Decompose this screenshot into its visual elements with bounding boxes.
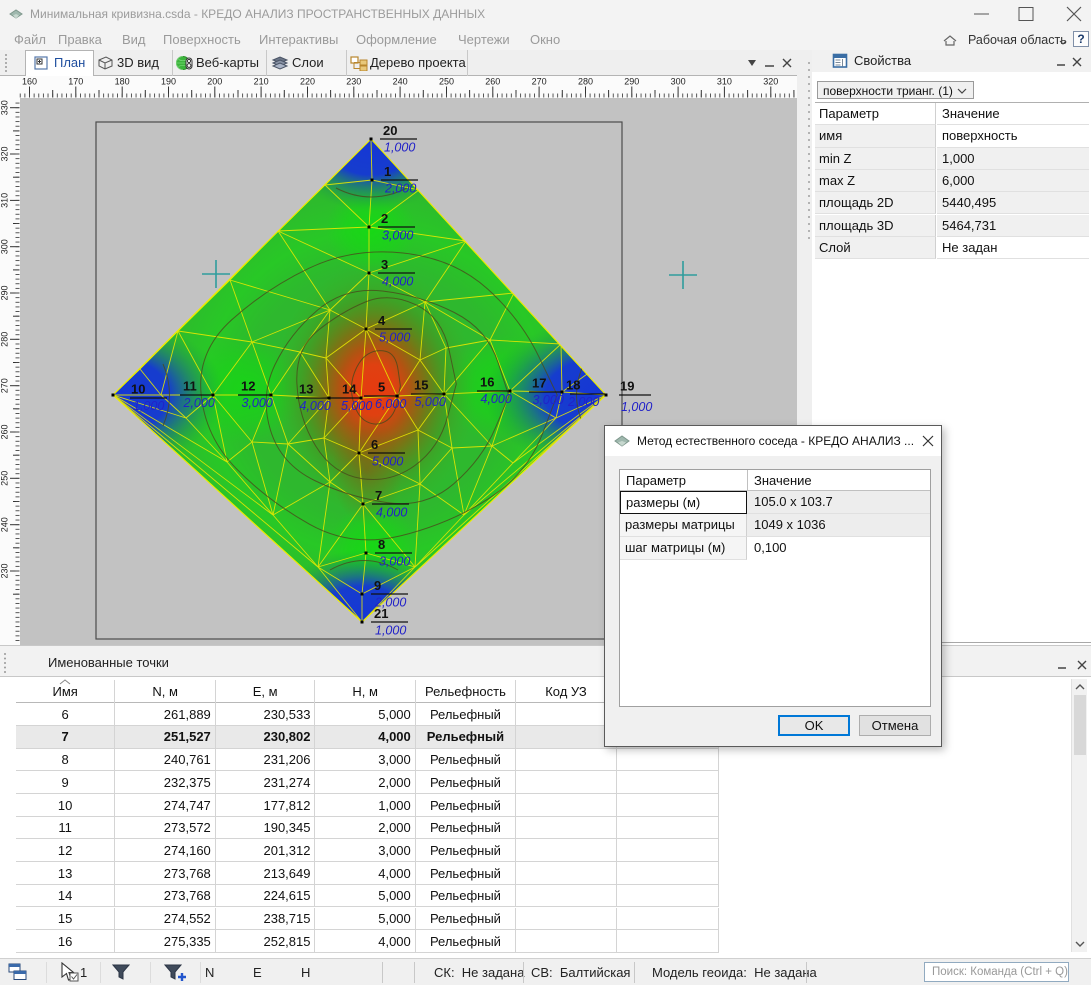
svg-text:2: 2 [381,211,388,226]
svg-text:4: 4 [378,313,386,328]
svg-text:4,000: 4,000 [382,275,413,289]
svg-text:18: 18 [566,378,580,393]
svg-text:1,000: 1,000 [621,400,652,414]
svg-text:8: 8 [378,537,385,552]
svg-text:15: 15 [414,378,428,393]
svg-text:310: 310 [717,77,732,87]
svg-text:1,000: 1,000 [384,141,415,155]
svg-text:310: 310 [0,193,10,208]
svg-text:330: 330 [0,100,10,115]
svg-text:250: 250 [439,77,454,87]
svg-text:180: 180 [115,77,130,87]
svg-text:16: 16 [480,375,494,390]
svg-text:5,000: 5,000 [372,455,403,469]
svg-text:270: 270 [532,77,547,87]
svg-text:300: 300 [671,77,686,87]
svg-text:4,000: 4,000 [300,399,331,413]
svg-text:3: 3 [381,257,388,272]
svg-text:2,000: 2,000 [384,182,416,196]
svg-text:20: 20 [383,123,397,138]
svg-text:1: 1 [384,164,391,179]
svg-text:320: 320 [0,146,10,161]
svg-text:190: 190 [161,77,176,87]
svg-text:2,000: 2,000 [183,396,215,410]
svg-text:3,000: 3,000 [382,229,413,243]
svg-text:1,000: 1,000 [133,399,164,413]
svg-text:3,000: 3,000 [242,396,273,410]
svg-text:17: 17 [532,376,546,391]
svg-text:210: 210 [254,77,269,87]
svg-text:5,000: 5,000 [341,399,372,413]
svg-text:11: 11 [183,379,197,394]
svg-text:13: 13 [299,382,313,397]
svg-text:270: 270 [0,378,10,393]
svg-text:5: 5 [378,380,385,395]
svg-text:260: 260 [0,424,10,439]
svg-text:2,000: 2,000 [567,395,599,409]
svg-text:21: 21 [374,606,388,621]
svg-text:4,000: 4,000 [376,506,407,520]
svg-text:240: 240 [393,77,408,87]
svg-text:160: 160 [22,77,37,87]
svg-text:230: 230 [0,563,10,578]
svg-text:10: 10 [131,382,145,397]
svg-text:4,000: 4,000 [481,392,512,406]
svg-text:5,000: 5,000 [415,395,446,409]
svg-text:6,000: 6,000 [375,397,406,411]
svg-text:290: 290 [624,77,639,87]
svg-text:300: 300 [0,239,10,254]
svg-text:220: 220 [300,77,315,87]
svg-text:3,000: 3,000 [379,555,410,569]
svg-text:260: 260 [485,77,500,87]
svg-text:19: 19 [620,379,634,394]
svg-text:200: 200 [207,77,222,87]
svg-text:5,000: 5,000 [379,331,410,345]
svg-text:1,000: 1,000 [375,624,406,638]
svg-text:3,000: 3,000 [533,393,564,407]
svg-text:14: 14 [342,382,357,397]
svg-text:6: 6 [371,437,378,452]
svg-text:230: 230 [346,77,361,87]
svg-text:280: 280 [578,77,593,87]
svg-text:170: 170 [68,77,83,87]
svg-text:240: 240 [0,517,10,532]
svg-text:290: 290 [0,285,10,300]
svg-text:250: 250 [0,471,10,486]
svg-text:9: 9 [374,578,381,593]
svg-text:7: 7 [375,488,382,503]
svg-text:280: 280 [0,332,10,347]
svg-text:320: 320 [763,77,778,87]
svg-text:12: 12 [241,379,255,394]
